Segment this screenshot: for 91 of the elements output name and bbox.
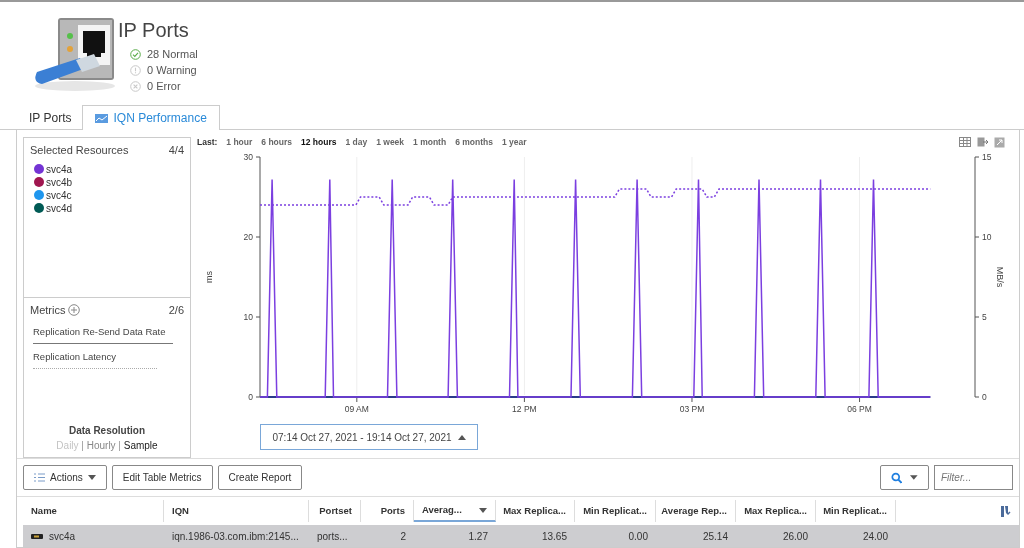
resource-label[interactable]: svc4d bbox=[46, 200, 73, 216]
columns-icon[interactable] bbox=[1001, 505, 1011, 517]
tick-label: 20 bbox=[243, 232, 253, 242]
actions-dropdown[interactable]: Actions bbox=[23, 465, 107, 490]
column-header[interactable]: Portset bbox=[309, 500, 361, 522]
tick-label: 12 PM bbox=[512, 404, 537, 414]
status-label: 28 Normal bbox=[147, 46, 198, 62]
table-cell-text: 26.00 bbox=[782, 529, 808, 544]
column-header[interactable]: Averag... bbox=[414, 500, 496, 522]
tab[interactable]: IQN Performance bbox=[82, 105, 220, 130]
list-icon bbox=[34, 473, 45, 482]
tick-mark bbox=[356, 397, 358, 403]
tick-mark bbox=[523, 397, 525, 403]
toolbar-button[interactable]: Create Report bbox=[217, 465, 303, 490]
range-option[interactable]: 1 month bbox=[413, 135, 447, 149]
status-label: 0 Error bbox=[147, 78, 181, 94]
status-label: 0 Warning bbox=[147, 62, 197, 78]
warning-icon bbox=[130, 64, 141, 76]
check-icon bbox=[130, 48, 141, 60]
tick-label: 03 PM bbox=[679, 404, 705, 414]
caret-icon bbox=[457, 434, 466, 440]
device-icon bbox=[31, 533, 43, 539]
column-header[interactable]: Min Replicat... bbox=[575, 500, 656, 522]
axis-title: MB/s bbox=[995, 266, 1005, 288]
resource-label[interactable]: svc4b bbox=[46, 174, 73, 190]
column-header[interactable]: Average Rep... bbox=[656, 500, 736, 522]
column-header[interactable]: IQN bbox=[164, 500, 309, 522]
table-cell-text: svc4a bbox=[49, 529, 76, 544]
tick-label: 5 bbox=[982, 312, 987, 322]
column-header[interactable]: Max Replica... bbox=[736, 500, 816, 522]
resolution-option[interactable]: Hourly bbox=[86, 438, 116, 453]
count-label: 4/4 bbox=[168, 143, 184, 158]
separator: | bbox=[81, 439, 84, 453]
panel-title: Selected Resources bbox=[30, 143, 129, 158]
tick-label: 0 bbox=[982, 392, 987, 402]
resolution-option[interactable]: Sample bbox=[123, 438, 158, 453]
range-label: Last: bbox=[197, 135, 218, 149]
resource-label[interactable]: svc4a bbox=[46, 161, 73, 177]
tick-label: 09 AM bbox=[344, 404, 369, 414]
column-header[interactable]: Name bbox=[23, 500, 164, 522]
expand-icon[interactable] bbox=[994, 136, 1005, 148]
tick-label: 10 bbox=[243, 312, 253, 322]
range-option[interactable]: 1 hour bbox=[226, 135, 253, 149]
range-option[interactable]: 1 year bbox=[501, 135, 527, 149]
tick-mark bbox=[859, 397, 861, 403]
range-option[interactable]: 6 hours bbox=[261, 135, 292, 149]
tick-mark bbox=[691, 397, 693, 403]
caret-icon bbox=[479, 507, 487, 513]
table-cell-text: 24.00 bbox=[862, 529, 888, 544]
toolbar-button[interactable]: Edit Table Metrics bbox=[111, 465, 213, 490]
resource-label[interactable]: svc4c bbox=[46, 187, 72, 203]
table-cell-text: 13.65 bbox=[541, 529, 567, 544]
section-title: Data Resolution bbox=[67, 424, 147, 438]
search-icon bbox=[891, 471, 903, 484]
column-header[interactable]: Min Replicat... bbox=[816, 500, 896, 522]
panel-title: Metrics bbox=[30, 303, 66, 318]
table-cell-text: 1.27 bbox=[468, 529, 488, 544]
range-option[interactable]: 1 week bbox=[376, 135, 405, 149]
add-icon[interactable] bbox=[68, 304, 81, 317]
tick-label: 15 bbox=[982, 152, 992, 162]
tick-label: 30 bbox=[243, 152, 253, 162]
range-option[interactable]: 6 months bbox=[455, 135, 493, 149]
caret-icon bbox=[910, 475, 918, 480]
export-icon[interactable] bbox=[976, 136, 989, 147]
caret-icon bbox=[87, 475, 96, 480]
date-range-dropdown[interactable]: 07:14 Oct 27, 2021 - 19:14 Oct 27, 2021 bbox=[260, 424, 478, 450]
table-cell-text: 25.14 bbox=[702, 529, 728, 544]
range-option[interactable]: 1 day bbox=[345, 135, 368, 149]
error-icon bbox=[130, 80, 141, 92]
tick-label: 10 bbox=[982, 232, 992, 242]
axis-title: ms bbox=[204, 271, 214, 283]
metric-item[interactable]: Replication Latency bbox=[33, 349, 157, 369]
table-icon[interactable] bbox=[959, 136, 971, 147]
tab[interactable]: IP Ports bbox=[18, 105, 83, 129]
count-label: 2/6 bbox=[168, 303, 184, 318]
filter-field[interactable]: Filter... bbox=[934, 465, 1013, 490]
tick-label: 0 bbox=[248, 392, 253, 402]
separator: | bbox=[118, 439, 121, 453]
range-option[interactable]: 12 hours bbox=[301, 135, 337, 149]
table-cell-text: 0.00 bbox=[628, 529, 648, 544]
column-header[interactable]: Max Replica... bbox=[496, 500, 575, 522]
page-title: IP Ports bbox=[118, 20, 190, 40]
column-header[interactable]: Ports bbox=[361, 500, 414, 522]
tick-label: 06 PM bbox=[847, 404, 872, 414]
search-dropdown[interactable] bbox=[880, 465, 929, 490]
table-cell-text: 2 bbox=[400, 529, 406, 544]
table-cell-text: ports... bbox=[317, 529, 348, 544]
metric-item[interactable]: Replication Re-Send Data Rate bbox=[33, 324, 173, 344]
chart-icon bbox=[95, 113, 109, 123]
table-row[interactable]: svc4a iqn.1986-03.com.ibm:2145... ports... 2 1.27 13.65 0.00 25.14 26.00 24.00 bbox=[23, 525, 1019, 547]
table-cell-text: iqn.1986-03.com.ibm:2145... bbox=[172, 529, 299, 544]
